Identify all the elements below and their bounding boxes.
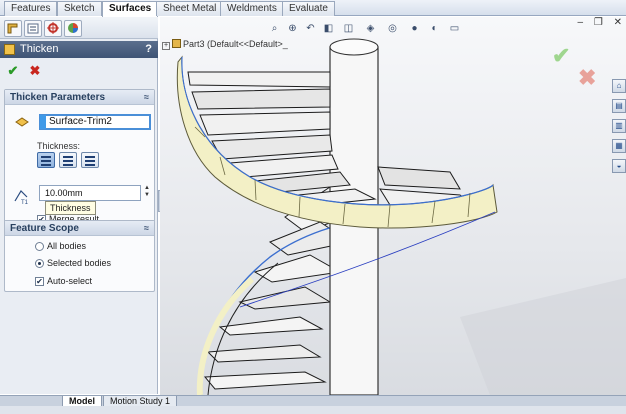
part-icon <box>172 39 181 48</box>
hide-show-icon[interactable]: ◎ <box>386 22 399 35</box>
selected-bodies-label: Selected bodies <box>47 258 112 268</box>
task-pane-tabs: ⌂ ▤ ▥ ▦ ◒ <box>612 79 626 179</box>
collapse-icon[interactable]: ≈ <box>144 90 149 105</box>
configuration-manager-icon[interactable] <box>44 20 62 37</box>
zoom-to-fit-icon[interactable]: ⌕ <box>268 22 281 35</box>
appearances-icon[interactable]: ◒ <box>612 159 626 173</box>
selection-color-swatch <box>40 115 46 129</box>
ok-button[interactable]: ✔ <box>6 64 20 78</box>
confirm-corner-cancel-icon[interactable]: ✖ <box>578 65 596 91</box>
feature-scope-group: Feature Scope ≈ All bodies Selected bodi… <box>4 220 155 292</box>
auto-select-checkbox[interactable]: ✔ <box>35 277 44 286</box>
group-title: Feature Scope <box>10 223 79 234</box>
zoom-area-icon[interactable]: ⊕ <box>286 22 299 35</box>
confirm-corner-ok-icon[interactable]: ✔ <box>552 43 570 69</box>
group-title: Thicken Parameters <box>10 92 106 103</box>
view-orientation-icon[interactable]: ◫ <box>342 22 355 35</box>
property-manager-icon[interactable] <box>24 20 42 37</box>
view-settings-icon[interactable]: ▭ <box>448 22 461 35</box>
help-icon[interactable]: ? <box>145 41 152 58</box>
graphics-area[interactable]: + Part3 (Default<<Default>_ ⌕ ⊕ ↶ ◧ ◫ ◈ ◎… <box>160 17 626 395</box>
tab-evaluate[interactable]: Evaluate <box>282 1 335 16</box>
pm-title: Thicken <box>20 43 59 55</box>
apply-scene-icon[interactable]: ◐ <box>428 22 441 35</box>
close-icon[interactable]: ✕ <box>614 17 622 28</box>
collapse-icon[interactable]: ≈ <box>144 221 149 236</box>
restore-icon[interactable]: ❐ <box>594 17 603 28</box>
expand-icon[interactable]: + <box>162 42 170 50</box>
thickness-t1-icon: T1 <box>13 187 31 206</box>
surface-select-icon <box>15 117 29 127</box>
command-manager-tabs: Features Sketch Surfaces Sheet Metal Wel… <box>0 0 626 17</box>
feature-manager-icon[interactable] <box>4 20 22 37</box>
thicken-parameters-group: Thicken Parameters ≈ Surface-Trim2 Thick… <box>4 89 155 229</box>
edit-appearance-icon[interactable]: ● <box>408 22 421 35</box>
thicken-side-2-button[interactable] <box>81 152 99 168</box>
manager-tabs <box>0 17 158 39</box>
thicken-side-1-button[interactable] <box>37 152 55 168</box>
tab-weldments[interactable]: Weldments <box>220 1 284 16</box>
spiral-staircase-model <box>176 38 626 395</box>
selected-bodies-radio[interactable] <box>35 259 44 268</box>
window-controls: – ❐ ✕ <box>570 17 622 28</box>
part-name: Part3 (Default<<Default>_ <box>183 39 288 49</box>
thicken-title-bar: Thicken ? <box>0 41 158 58</box>
group-header[interactable]: Thicken Parameters ≈ <box>5 90 154 105</box>
display-manager-icon[interactable] <box>64 20 82 37</box>
section-view-icon[interactable]: ◧ <box>322 22 335 35</box>
resources-icon[interactable]: ⌂ <box>612 79 626 93</box>
view-palette-icon[interactable]: ▦ <box>612 139 626 153</box>
thicken-feature-icon <box>4 44 15 55</box>
design-library-icon[interactable]: ▤ <box>612 99 626 113</box>
auto-select-label: Auto-select <box>47 276 93 286</box>
feature-tree-root[interactable]: + Part3 (Default<<Default>_ <box>162 39 288 50</box>
group-header[interactable]: Feature Scope ≈ <box>5 221 154 236</box>
file-explorer-icon[interactable]: ▥ <box>612 119 626 133</box>
all-bodies-radio[interactable] <box>35 242 44 251</box>
cancel-button[interactable]: ✖ <box>28 64 42 78</box>
all-bodies-label: All bodies <box>47 241 87 251</box>
tab-sketch[interactable]: Sketch <box>57 1 102 16</box>
thickness-tooltip: Thickness <box>45 201 96 215</box>
display-style-icon[interactable]: ◈ <box>364 22 377 35</box>
model-tabs-bar: Model Motion Study 1 <box>0 395 626 407</box>
tab-surfaces[interactable]: Surfaces <box>102 1 159 17</box>
tab-features[interactable]: Features <box>4 1 58 16</box>
status-bar <box>0 406 626 414</box>
tab-sheet-metal[interactable]: Sheet Metal <box>156 1 224 16</box>
svg-text:T1: T1 <box>21 200 29 205</box>
thickness-spinner[interactable]: ▲ ▼ <box>143 185 151 201</box>
thicken-both-sides-button[interactable] <box>59 152 77 168</box>
thickness-label: Thickness: <box>37 141 81 151</box>
surface-name: Surface-Trim2 <box>49 116 112 127</box>
surface-selection-field[interactable]: Surface-Trim2 <box>39 114 151 130</box>
property-manager: Thicken ? ✔ ✖ Thicken Parameters ≈ Surfa… <box>0 17 158 394</box>
previous-view-icon[interactable]: ↶ <box>304 22 317 35</box>
minimize-icon[interactable]: – <box>578 17 584 28</box>
thickness-input[interactable]: 10.00mm <box>39 185 141 201</box>
